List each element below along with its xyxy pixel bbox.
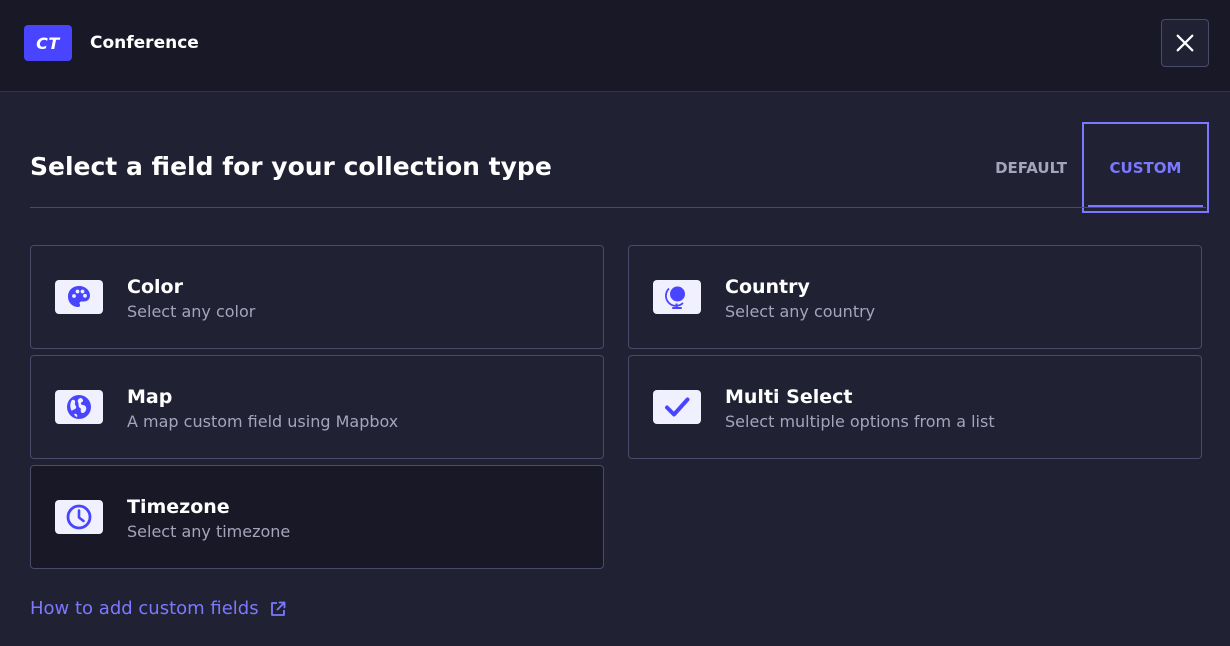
globe-stand-icon [665, 286, 685, 309]
field-description: Select multiple options from a list [725, 412, 995, 431]
field-icon-box [653, 280, 701, 314]
field-title: Country [725, 276, 810, 298]
tabs-divider [30, 207, 1206, 208]
field-card-country[interactable]: Country Select any country [628, 245, 1202, 349]
field-icon-box [55, 500, 103, 534]
field-card-timezone[interactable]: Timezone Select any timezone [30, 465, 604, 569]
tab-custom[interactable]: CUSTOM [1082, 122, 1209, 213]
field-description: A map custom field using Mapbox [127, 412, 399, 431]
clock-icon [66, 504, 92, 530]
field-card-color[interactable]: Color Select any color [30, 245, 604, 349]
modal-header-title: Conference [90, 33, 199, 53]
tab-default-label: DEFAULT [995, 159, 1067, 177]
field-card-map[interactable]: Map A map custom field using Mapbox [30, 355, 604, 459]
close-icon [1176, 34, 1194, 52]
close-button[interactable] [1161, 19, 1209, 67]
field-title: Multi Select [725, 386, 853, 408]
field-title: Color [127, 276, 183, 298]
checkmark-icon [665, 397, 690, 417]
field-card-multi-select[interactable]: Multi Select Select multiple options fro… [628, 355, 1202, 459]
tab-custom-label: CUSTOM [1109, 158, 1182, 177]
field-title: Timezone [127, 496, 230, 518]
help-link-label: How to add custom fields [30, 598, 259, 619]
external-link-icon [270, 601, 286, 616]
palette-icon [68, 286, 90, 307]
field-description: Select any country [725, 302, 876, 321]
field-description: Select any color [127, 302, 256, 321]
field-description: Select any timezone [127, 522, 291, 541]
tab-default[interactable]: DEFAULT [988, 150, 1074, 186]
field-icon-box [55, 390, 103, 424]
page-title: Select a field for your collection type [30, 152, 552, 181]
modal-header: CT Conference [0, 0, 1230, 92]
collection-type-badge: CT [24, 25, 72, 61]
field-icon-box [55, 280, 103, 314]
help-link-custom-fields[interactable]: How to add custom fields [30, 598, 287, 619]
earth-icon [67, 395, 91, 419]
field-title: Map [127, 386, 173, 408]
field-icon-box [653, 390, 701, 424]
